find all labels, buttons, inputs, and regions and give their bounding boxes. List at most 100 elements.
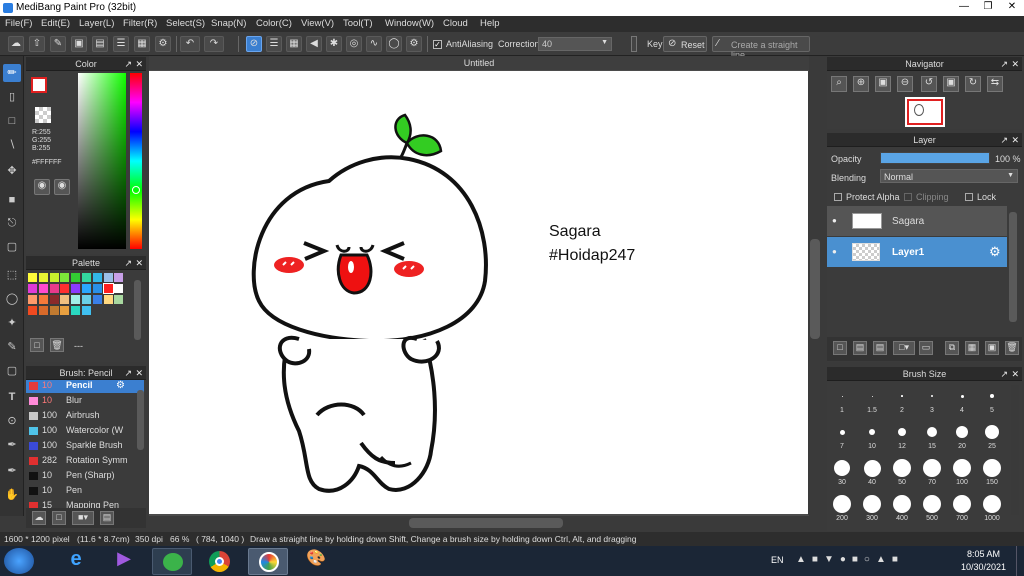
opacity-slider[interactable] [880,152,990,164]
cloud-brush-icon[interactable]: ☁ [32,511,46,525]
zoom-icon[interactable]: ⌕ [831,76,847,92]
new-1bit-layer-icon[interactable]: ▤ [873,341,887,355]
palette-swatch[interactable] [71,273,81,282]
hue-slider-handle[interactable] [132,186,140,194]
brush-list-item[interactable]: 100 Sparkle Brush [26,438,144,453]
palette-swatch[interactable] [114,273,124,282]
visibility-eye-icon[interactable]: ● [832,216,837,225]
image-icon[interactable]: ▣ [71,36,87,52]
lock-checkbox[interactable] [965,193,973,201]
brush-settings-icon[interactable]: ▤ [100,511,114,525]
palette-swatch[interactable] [60,295,70,304]
brush-size-scrollbar[interactable] [1011,385,1019,515]
palette-swatch[interactable] [49,306,59,315]
flip-icon[interactable]: ⇆ [987,76,1003,92]
undock-icon[interactable]: ↗ [1000,133,1008,147]
redo-icon[interactable]: ↷ [204,36,224,52]
start-button[interactable] [4,548,34,574]
transparent-swatch[interactable] [35,107,51,123]
select-tool-icon[interactable]: ⬚ [3,266,21,284]
hand-tool-icon[interactable]: ✋ [3,486,21,504]
blending-select[interactable]: Normal ▼ [880,169,1018,183]
palette-swatch[interactable] [38,306,48,315]
radial-snap-icon[interactable]: ✱ [326,36,342,52]
brush-size-option[interactable]: 200 [831,493,853,522]
zoom-out-icon[interactable]: ⊖ [897,76,913,92]
add-layer-menu-icon[interactable]: □▾ [893,341,915,355]
rotate-left-icon[interactable]: ↺ [921,76,937,92]
brush-list-item[interactable]: 10 Pen (Sharp) [26,468,144,483]
brush-size-option[interactable]: 700 [951,493,973,522]
eyedropper-icon[interactable]: ✒ [3,462,21,480]
palette-swatch[interactable] [28,273,37,282]
palette-swatch[interactable] [82,284,91,293]
brush-list-item[interactable]: 15 Mapping Pen [26,498,144,508]
clipping-checkbox[interactable] [904,193,912,201]
close-icon[interactable]: ✕ [135,256,143,270]
gradient-tool-icon[interactable]: ▢ [3,238,21,256]
palette-swatch[interactable] [92,295,102,304]
palette-grid[interactable] [28,273,126,323]
delete-layer-icon[interactable]: 🗑 [1005,341,1019,355]
curve-snap-icon[interactable]: ∿ [366,36,382,52]
brush-list-item[interactable]: 10 Pencil ⚙ [26,380,144,393]
new-8bit-layer-icon[interactable]: ▤ [853,341,867,355]
correction-stepper[interactable] [631,36,637,52]
brush-size-option[interactable]: 30 [831,457,853,486]
palette-swatch[interactable] [38,273,48,282]
palette-swatch[interactable] [103,273,113,282]
undock-icon[interactable]: ↗ [124,366,132,380]
palette-swatch[interactable] [71,284,81,293]
brush-size-option[interactable]: 70 [921,457,943,486]
brush-size-option[interactable]: 4 [951,385,973,414]
menu-edit[interactable]: Edit(E) [41,18,70,29]
close-icon[interactable]: ✕ [1011,367,1019,381]
layer-name[interactable]: Layer1 [892,247,924,258]
palette-swatch[interactable] [114,284,124,293]
visibility-eye-icon[interactable]: ● [832,247,837,256]
menu-color[interactable]: Color(C) [256,18,292,29]
menu-cloud[interactable]: Cloud [443,18,468,29]
rotate-right-icon[interactable]: ↻ [965,76,981,92]
reset-button[interactable]: ⊘ Reset [663,36,707,52]
color-wheel-icon[interactable]: ◉ [34,179,50,195]
menu-view[interactable]: View(V) [301,18,334,29]
foreground-color-swatch[interactable] [31,77,47,93]
perspective-snap-icon[interactable]: ◀ [306,36,322,52]
brush-size-option[interactable]: 20 [951,421,973,450]
brush-list-item[interactable]: 100 Airbrush [26,408,144,423]
vertical-scrollbar-thumb[interactable] [810,239,820,339]
saturation-brightness-picker[interactable] [78,73,126,249]
restore-button[interactable]: ❐ [976,0,1000,14]
close-icon[interactable]: ✕ [1011,133,1019,147]
close-icon[interactable]: ✕ [135,57,143,71]
hue-slider[interactable] [130,73,142,249]
merge-down-icon[interactable]: ▦ [965,341,979,355]
color-set-icon[interactable]: ◉ [54,179,70,195]
undock-icon[interactable]: ↗ [1000,367,1008,381]
app-taskbar-icon-1[interactable] [152,548,192,575]
menu-file[interactable]: File(F) [5,18,32,29]
straight-line-button[interactable]: ∕ Create a straight line [712,36,810,60]
menu-filter[interactable]: Filter(R) [123,18,157,29]
bucket-tool-icon[interactable]: ⎋ [3,214,21,232]
palette-swatch[interactable] [60,306,70,315]
move-tool-icon[interactable]: ✥ [3,162,21,180]
palette-swatch[interactable] [60,284,70,293]
new-brush-icon[interactable]: □ [52,511,66,525]
palette-swatch[interactable] [49,273,59,282]
brush-size-option[interactable]: 7 [831,421,853,450]
fill-shape-icon[interactable]: ■ [3,191,21,209]
brush-size-option[interactable]: 3 [921,385,943,414]
menu-select[interactable]: Select(S) [166,18,205,29]
palette-swatch[interactable] [60,273,70,282]
brush-size-option[interactable]: 2 [891,385,913,414]
palette-swatch[interactable] [82,295,91,304]
brush-scrollbar[interactable] [137,390,144,450]
palette-swatch[interactable] [92,284,102,293]
palette-swatch[interactable] [114,295,124,304]
brush-list-item[interactable]: 10 Blur [26,393,144,408]
folder-icon[interactable]: ▭ [919,341,933,355]
menu-snap[interactable]: Snap(N) [211,18,246,29]
brush-size-option[interactable]: 15 [921,421,943,450]
